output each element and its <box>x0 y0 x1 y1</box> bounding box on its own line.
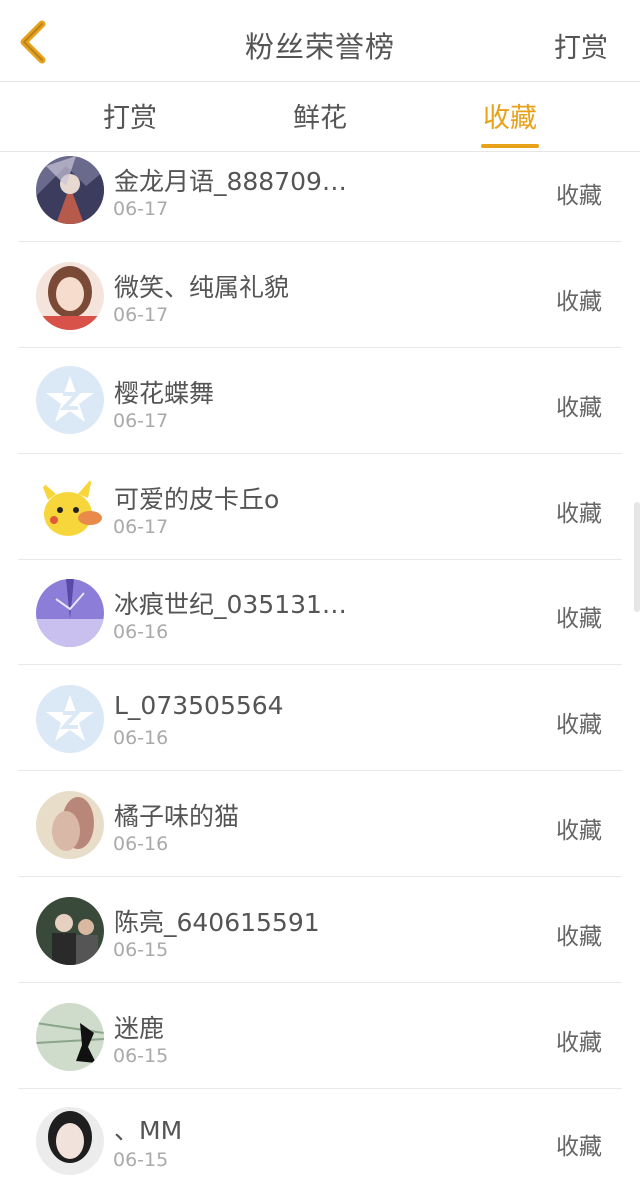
list-item[interactable]: 冰痕世纪_035131… 06-16 收藏 <box>0 559 640 665</box>
user-name: 冰痕世纪_035131… <box>114 590 347 619</box>
item-date: 06-16 <box>113 833 169 855</box>
item-date: 06-17 <box>113 410 169 432</box>
list-item[interactable]: 陈亮_640615591 06-15 收藏 <box>0 877 640 983</box>
avatar[interactable] <box>36 579 104 647</box>
avatar[interactable] <box>36 791 104 859</box>
avatar[interactable] <box>36 1107 104 1175</box>
reward-button[interactable]: 打赏 <box>554 26 608 65</box>
default-star-icon <box>36 366 104 434</box>
item-date: 06-16 <box>113 727 169 749</box>
user-name: L_073505564 <box>114 691 284 720</box>
item-action-label: 收藏 <box>556 183 602 209</box>
tab-bar: 打赏 鲜花 收藏 <box>0 82 640 152</box>
user-name: 陈亮_640615591 <box>114 908 320 937</box>
item-date: 06-15 <box>113 1149 169 1171</box>
list-item[interactable]: 、MM 06-15 收藏 <box>0 1089 640 1186</box>
item-date: 06-17 <box>113 198 169 220</box>
pikachu-icon <box>36 474 104 542</box>
list-item[interactable]: 可爱的皮卡丘o 06-17 收藏 <box>0 454 640 560</box>
tab-flowers[interactable]: 鲜花 <box>260 96 380 152</box>
user-name: 可爱的皮卡丘o <box>114 485 280 514</box>
header-bar: 粉丝荣誉榜 打赏 <box>0 0 640 82</box>
avatar[interactable] <box>36 897 104 965</box>
item-action-label: 收藏 <box>556 712 602 738</box>
item-action-label: 收藏 <box>556 818 602 844</box>
avatar[interactable] <box>36 262 104 330</box>
list-item[interactable]: L_073505564 06-16 收藏 <box>0 665 640 771</box>
item-date: 06-17 <box>113 304 169 326</box>
list-item[interactable]: 微笑、纯属礼貌 06-17 收藏 <box>0 242 640 348</box>
avatar[interactable] <box>36 366 104 434</box>
item-action-label: 收藏 <box>556 501 602 527</box>
item-action-label: 收藏 <box>556 1030 602 1056</box>
list-item[interactable]: 迷鹿 06-15 收藏 <box>0 983 640 1089</box>
item-action-label: 收藏 <box>556 1134 602 1160</box>
item-date: 06-17 <box>113 516 169 538</box>
user-name: 迷鹿 <box>114 1014 165 1043</box>
item-action-label: 收藏 <box>556 395 602 421</box>
item-action-label: 收藏 <box>556 924 602 950</box>
default-star-icon <box>36 685 104 753</box>
avatar[interactable] <box>36 474 104 542</box>
user-name: 微笑、纯属礼貌 <box>114 273 290 302</box>
item-date: 06-15 <box>113 939 169 961</box>
user-name: 金龙月语_888709… <box>114 167 347 196</box>
list-item[interactable]: 橘子味的猫 06-16 收藏 <box>0 771 640 877</box>
user-name: 樱花蝶舞 <box>114 379 215 408</box>
tab-favorites-label: 收藏 <box>483 103 537 134</box>
user-name: 橘子味的猫 <box>114 802 240 831</box>
item-date: 06-15 <box>113 1045 169 1067</box>
item-action-label: 收藏 <box>556 289 602 315</box>
tab-favorites[interactable]: 收藏 <box>450 96 570 152</box>
fan-list[interactable]: 金龙月语_888709… 06-17 收藏 微笑、纯属礼貌 06-17 收藏 樱… <box>0 152 640 1186</box>
list-item[interactable]: 樱花蝶舞 06-17 收藏 <box>0 348 640 454</box>
avatar[interactable] <box>36 685 104 753</box>
item-action-label: 收藏 <box>556 606 602 632</box>
item-date: 06-16 <box>113 621 169 643</box>
page-title: 粉丝荣誉榜 <box>244 30 395 64</box>
tab-reward[interactable]: 打赏 <box>70 96 190 152</box>
scrollbar-thumb[interactable] <box>634 502 640 612</box>
avatar[interactable] <box>36 156 104 224</box>
list-item[interactable]: 金龙月语_888709… 06-17 收藏 <box>0 152 640 242</box>
avatar[interactable] <box>36 1003 104 1071</box>
user-name: 、MM <box>114 1116 183 1145</box>
active-tab-indicator <box>481 144 539 148</box>
